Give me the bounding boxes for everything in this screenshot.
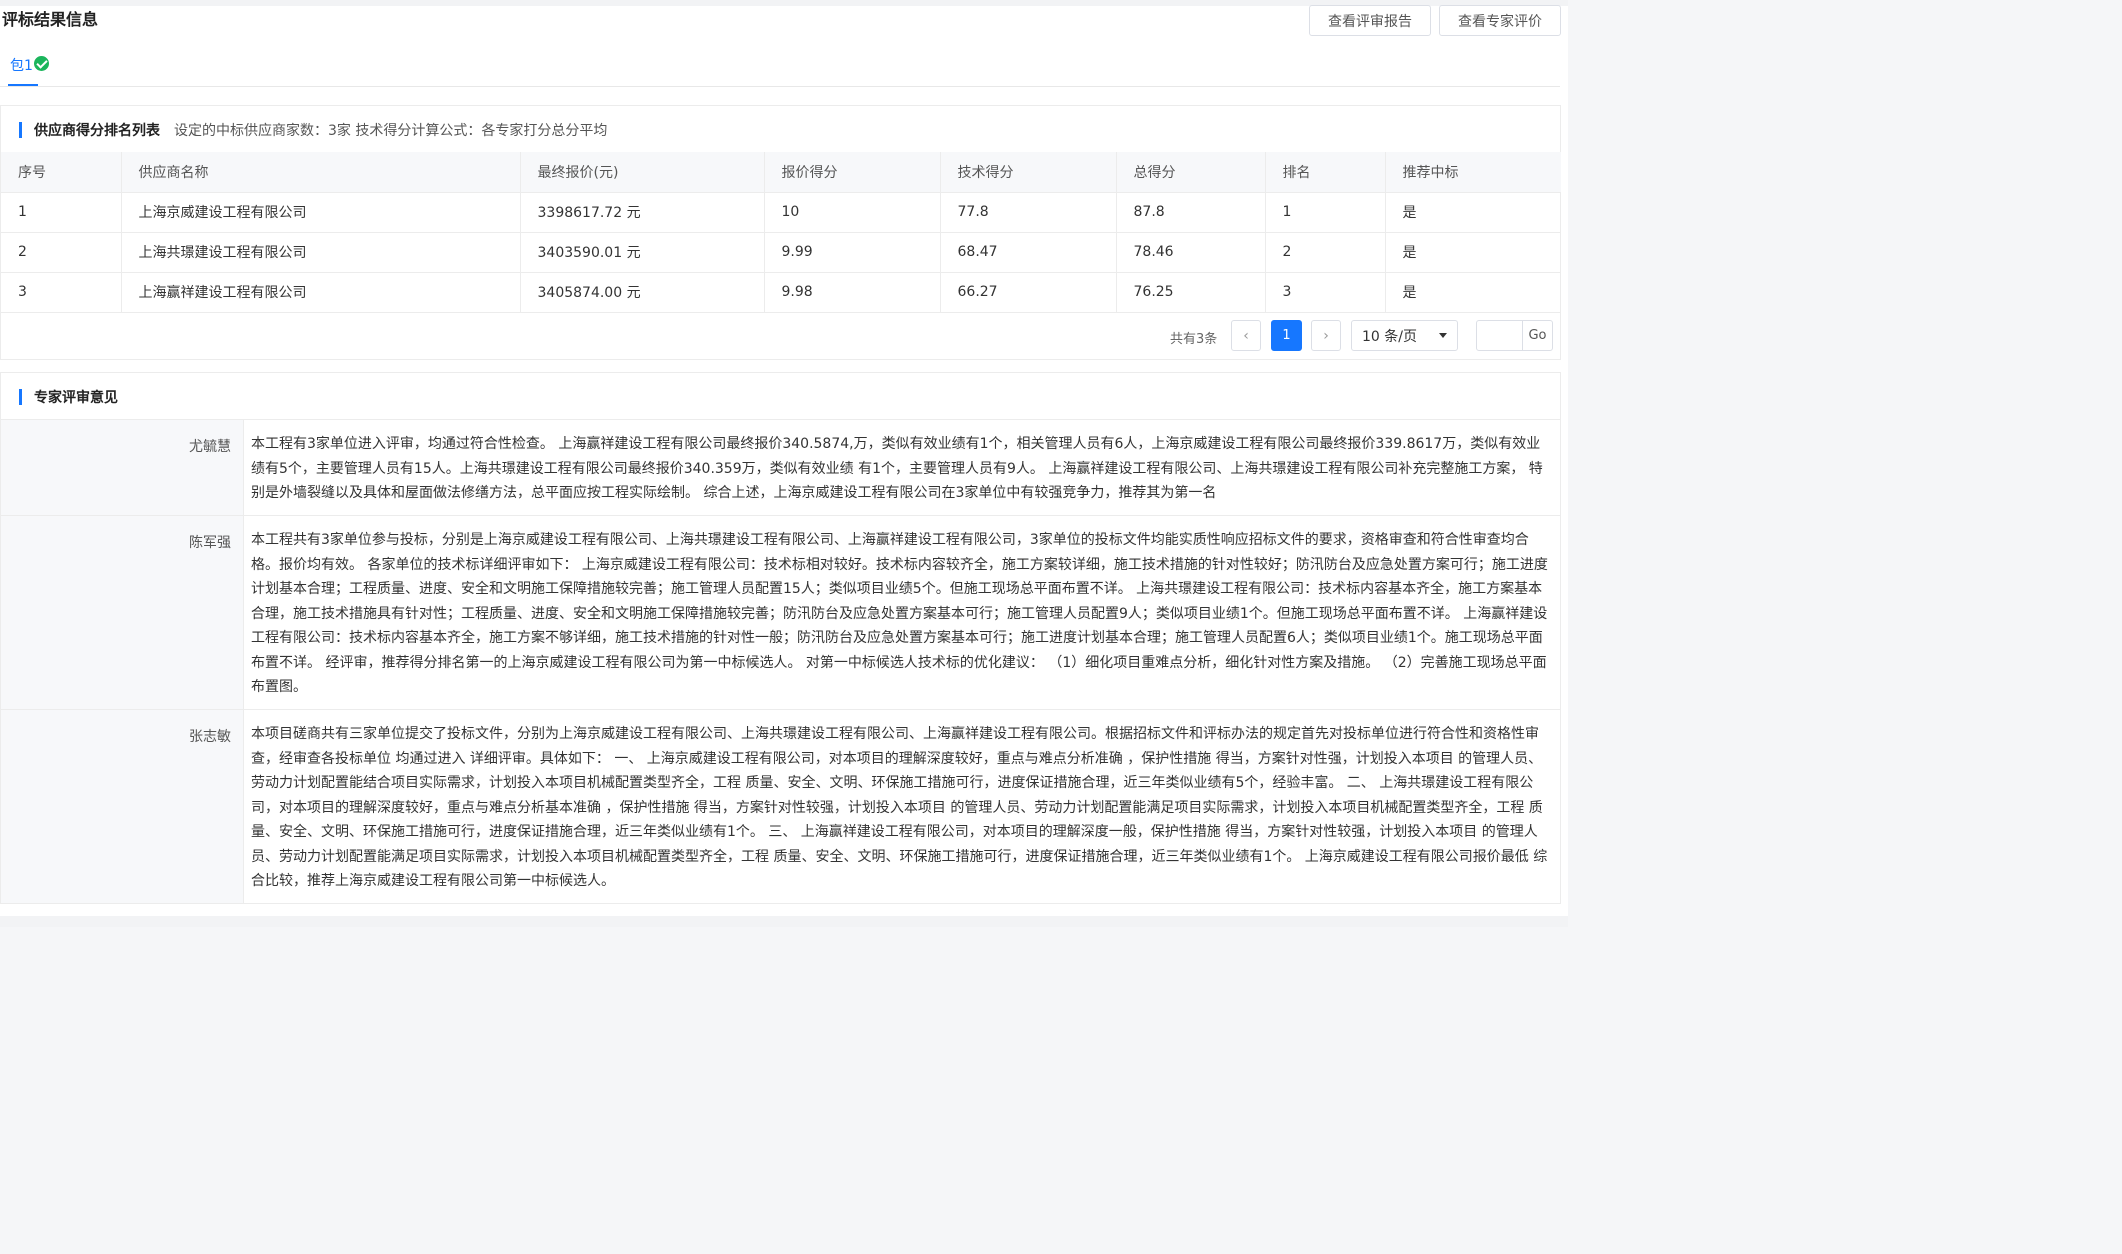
view-expert-evaluation-button[interactable]: 查看专家评价 bbox=[1439, 5, 1561, 36]
table-cell: 76.25 bbox=[1116, 272, 1266, 313]
table-cell: 3405874.00 元 bbox=[520, 272, 765, 313]
column-header: 总得分 bbox=[1116, 152, 1266, 193]
expert-name: 尤毓慧 bbox=[1, 420, 244, 515]
column-header: 报价得分 bbox=[764, 152, 941, 193]
table-cell: 66.27 bbox=[940, 272, 1117, 313]
table-cell: 87.8 bbox=[1116, 192, 1266, 233]
table-cell: 3 bbox=[1265, 272, 1386, 313]
table-cell: 78.46 bbox=[1116, 232, 1266, 273]
column-header: 排名 bbox=[1265, 152, 1386, 193]
table-cell: 是 bbox=[1385, 192, 1561, 233]
page-number-current[interactable]: 1 bbox=[1271, 320, 1302, 351]
page-title: 评标结果信息 bbox=[2, 10, 99, 29]
section-header: 专家评审意见 bbox=[19, 387, 118, 407]
expert-opinions-section: 专家评审意见 尤毓慧 本工程有3家单位进入评审，均通过符合性检查。 上海赢祥建设… bbox=[0, 372, 1561, 904]
expert-opinion-row: 陈军强 本工程共有3家单位参与投标，分别是上海京威建设工程有限公司、上海共璟建设… bbox=[1, 515, 1561, 709]
section-description: 设定的中标供应商家数：3家 技术得分计算公式：各专家打分总分平均 bbox=[174, 123, 608, 139]
table-cell: 是 bbox=[1385, 232, 1561, 273]
go-button[interactable]: Go bbox=[1522, 320, 1553, 351]
supplier-ranking-table: 序号 供应商名称 最终报价(元) 报价得分 技术得分 总得分 排名 推荐中标 1… bbox=[1, 152, 1561, 313]
supplier-ranking-section: 供应商得分排名列表 设定的中标供应商家数：3家 技术得分计算公式：各专家打分总分… bbox=[0, 105, 1561, 360]
column-header: 序号 bbox=[1, 152, 122, 193]
table-cell: 3 bbox=[1, 272, 122, 313]
section-accent-bar bbox=[19, 122, 22, 138]
column-header: 供应商名称 bbox=[121, 152, 521, 193]
bottom-strip bbox=[0, 916, 1568, 927]
expert-opinion-text: 本工程共有3家单位参与投标，分别是上海京威建设工程有限公司、上海共璟建设工程有限… bbox=[251, 532, 1548, 695]
table-cell: 是 bbox=[1385, 272, 1561, 313]
expert-name: 陈军强 bbox=[1, 516, 244, 709]
section-header: 供应商得分排名列表 设定的中标供应商家数：3家 技术得分计算公式：各专家打分总分… bbox=[19, 120, 607, 140]
pagination-total: 共有3条 bbox=[1170, 332, 1218, 347]
table-cell: 上海共璟建设工程有限公司 bbox=[121, 232, 521, 273]
next-page-button[interactable]: › bbox=[1311, 320, 1341, 351]
table-cell: 9.98 bbox=[764, 272, 941, 313]
table-cell: 1 bbox=[1, 192, 122, 233]
check-circle-icon bbox=[33, 56, 49, 71]
table-cell: 77.8 bbox=[940, 192, 1117, 233]
view-report-button[interactable]: 查看评审报告 bbox=[1309, 5, 1431, 36]
table-cell: 1 bbox=[1265, 192, 1386, 233]
table-row: 2 上海共璟建设工程有限公司 3403590.01 元 9.99 68.47 7… bbox=[1, 232, 1561, 273]
expert-opinion-text: 本项目磋商共有三家单位提交了投标文件，分别为上海京威建设工程有限公司、上海共璟建… bbox=[251, 726, 1548, 889]
tab-label: 包1 bbox=[10, 58, 33, 74]
table-cell: 2 bbox=[1265, 232, 1386, 273]
table-row: 1 上海京威建设工程有限公司 3398617.72 元 10 77.8 87.8… bbox=[1, 192, 1561, 233]
table-cell: 10 bbox=[764, 192, 941, 233]
pagination: 共有3条 ‹ 1 › 10 条/页 Go bbox=[1, 320, 1561, 352]
page-size-select[interactable]: 10 条/页 bbox=[1351, 320, 1458, 351]
expert-opinion-row: 张志敏 本项目磋商共有三家单位提交了投标文件，分别为上海京威建设工程有限公司、上… bbox=[1, 709, 1561, 903]
table-header-row: 序号 供应商名称 最终报价(元) 报价得分 技术得分 总得分 排名 推荐中标 bbox=[1, 152, 1561, 193]
expert-opinion-text: 本工程有3家单位进入评审，均通过符合性检查。 上海赢祥建设工程有限公司最终报价3… bbox=[251, 436, 1543, 501]
chevron-left-icon: ‹ bbox=[1243, 327, 1249, 344]
column-header: 技术得分 bbox=[940, 152, 1117, 193]
table-cell: 68.47 bbox=[940, 232, 1117, 273]
table-cell: 3403590.01 元 bbox=[520, 232, 765, 273]
evaluation-result-page: 评标结果信息 查看评审报告 查看专家评价 包1 供应商得分排名列表 设定的中标供… bbox=[0, 0, 1568, 927]
section-title: 专家评审意见 bbox=[34, 390, 118, 406]
table-cell: 上海赢祥建设工程有限公司 bbox=[121, 272, 521, 313]
expert-name: 张志敏 bbox=[1, 710, 244, 903]
caret-down-icon bbox=[1439, 333, 1447, 338]
table-cell: 3398617.72 元 bbox=[520, 192, 765, 233]
table-cell: 2 bbox=[1, 232, 122, 273]
table-cell: 9.99 bbox=[764, 232, 941, 273]
column-header: 最终报价(元) bbox=[520, 152, 765, 193]
page-size-value: 10 条/页 bbox=[1362, 328, 1417, 345]
tab-divider bbox=[0, 86, 1560, 87]
chevron-right-icon: › bbox=[1323, 327, 1329, 344]
table-row: 3 上海赢祥建设工程有限公司 3405874.00 元 9.98 66.27 7… bbox=[1, 272, 1561, 313]
prev-page-button[interactable]: ‹ bbox=[1231, 320, 1261, 351]
tab-package-1[interactable]: 包1 bbox=[10, 55, 49, 87]
page-jump-input[interactable] bbox=[1476, 320, 1523, 351]
column-header: 推荐中标 bbox=[1385, 152, 1561, 193]
section-title: 供应商得分排名列表 bbox=[34, 123, 160, 139]
section-accent-bar bbox=[19, 389, 22, 405]
expert-opinion-row: 尤毓慧 本工程有3家单位进入评审，均通过符合性检查。 上海赢祥建设工程有限公司最… bbox=[1, 419, 1561, 515]
table-cell: 上海京威建设工程有限公司 bbox=[121, 192, 521, 233]
